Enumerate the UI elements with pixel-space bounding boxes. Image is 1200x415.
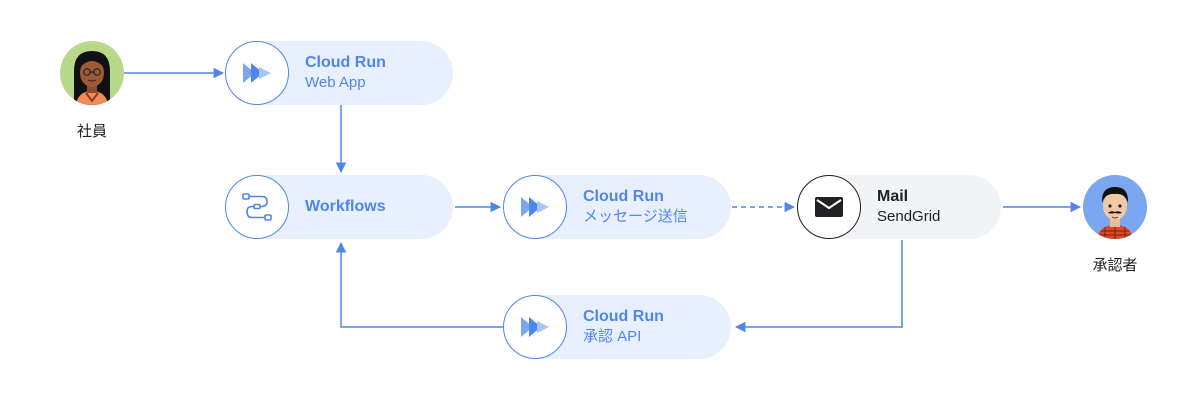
arrow-approval-api-to-workflows [335, 241, 503, 328]
arrow-mail-to-approval-api [734, 240, 903, 333]
cloud-run-icon [225, 41, 289, 105]
web-app-title: Cloud Run [305, 54, 386, 71]
cloud-run-approval-api-node[interactable]: Cloud Run 承認 API [503, 295, 731, 359]
cloud-run-icon [503, 295, 567, 359]
mail-subtitle: SendGrid [877, 208, 941, 225]
approver-avatar [1083, 175, 1147, 239]
workflows-node[interactable]: Workflows [225, 175, 453, 239]
workflows-icon [225, 175, 289, 239]
workflows-title: Workflows [305, 198, 386, 215]
architecture-diagram: 社員 Cloud Run Web App Workflows Cloud Run… [0, 0, 1200, 415]
message-title: Cloud Run [583, 188, 664, 205]
cloud-run-message-node[interactable]: Cloud Run メッセージ送信 [503, 175, 731, 239]
employee-label: 社員 [76, 123, 107, 140]
message-subtitle: メッセージ送信 [583, 208, 688, 225]
employee-avatar [60, 41, 124, 105]
web-app-subtitle: Web App [305, 74, 366, 91]
mail-title: Mail [877, 188, 909, 205]
mail-icon [797, 175, 861, 239]
approval-api-subtitle: 承認 API [583, 328, 642, 345]
approval-api-title: Cloud Run [583, 308, 664, 325]
cloud-run-icon [503, 175, 567, 239]
approver-label: 承認者 [1092, 257, 1138, 274]
cloud-run-web-app-node[interactable]: Cloud Run Web App [225, 41, 453, 105]
mail-sendgrid-node[interactable]: Mail SendGrid [797, 175, 1001, 239]
